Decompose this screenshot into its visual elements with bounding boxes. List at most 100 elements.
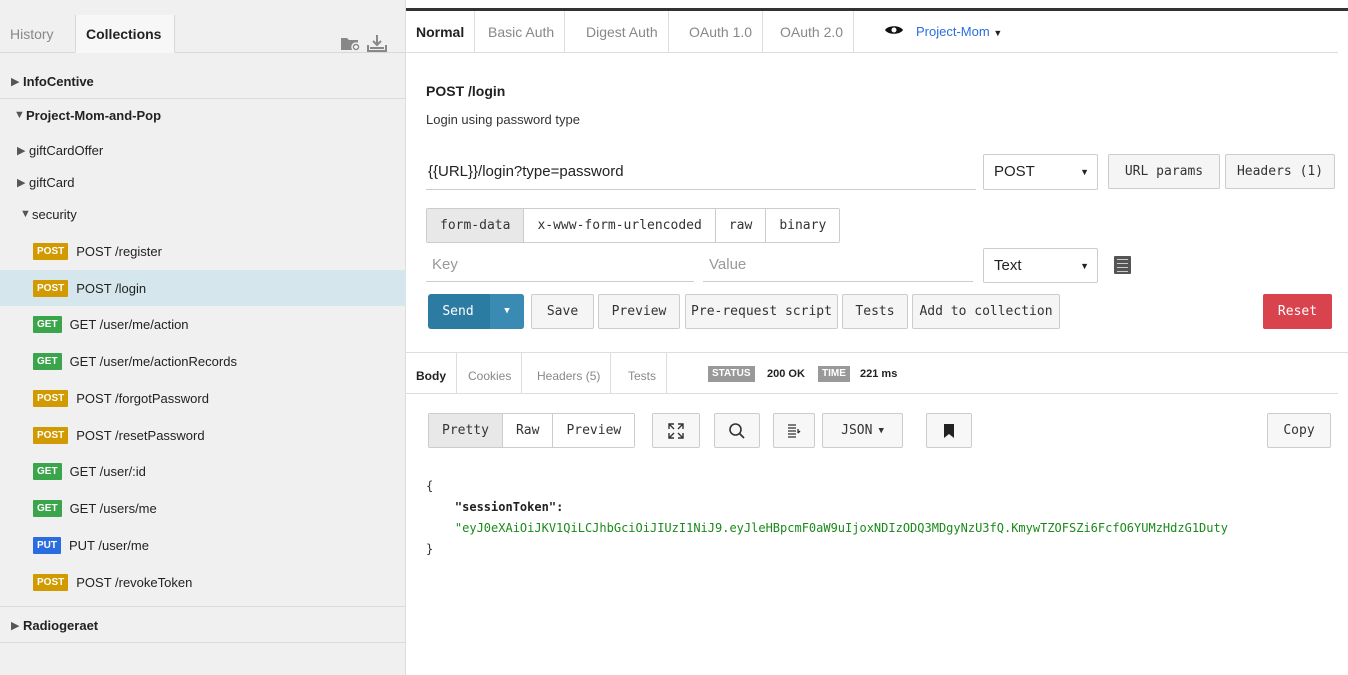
copy-button[interactable]: Copy	[1267, 413, 1331, 448]
request-label: GET /user/me/action	[69, 316, 189, 332]
method-value: POST	[994, 163, 1035, 180]
request-item[interactable]: GET GET /users/me	[0, 490, 406, 526]
request-label: POST /forgotPassword	[76, 390, 209, 406]
reset-button[interactable]: Reset	[1263, 294, 1332, 329]
method-badge: GET	[33, 462, 62, 480]
tab-body[interactable]: Body	[406, 353, 457, 394]
caret-right-icon: ▶	[17, 144, 26, 157]
tab-binary[interactable]: binary	[766, 209, 840, 242]
sidebar-tabs: History Collections	[0, 15, 406, 53]
collection-infocentive[interactable]: ▶ InfoCentive	[0, 68, 406, 94]
headers-button[interactable]: Headers (1)	[1225, 154, 1335, 189]
json-open-brace: {	[426, 479, 434, 493]
send-label: Send	[442, 304, 474, 319]
main-panel: Normal Basic Auth Digest Auth OAuth 1.0 …	[406, 0, 1348, 675]
request-label: POST /register	[76, 243, 162, 259]
tab-urlencoded[interactable]: x-www-form-urlencoded	[524, 209, 716, 242]
json-colon: :	[556, 500, 564, 514]
divider	[0, 642, 406, 643]
format-select[interactable]: JSON ▼	[822, 413, 903, 448]
chevron-down-icon[interactable]: ▼	[490, 294, 524, 329]
caret-down-icon: ▼	[20, 208, 31, 220]
method-badge: PUT	[33, 536, 61, 554]
request-description: Login using password type	[426, 112, 580, 127]
request-label: GET /user/me/actionRecords	[69, 353, 237, 369]
tab-cookies[interactable]: Cookies	[458, 353, 523, 394]
url-params-button[interactable]: URL params	[1108, 154, 1220, 189]
request-title: POST /login	[426, 83, 506, 99]
method-badge: POST	[33, 389, 69, 407]
format-value: JSON	[841, 423, 873, 438]
sidebar: History Collections ▶ InfoCentive ▼ Proj…	[0, 0, 406, 675]
type-select[interactable]: Text ▼	[983, 248, 1098, 283]
collection-radiogeraet[interactable]: ▶ Radiogeraet	[0, 612, 406, 638]
request-label: GET /users/me	[69, 500, 157, 516]
bulk-edit-icon[interactable]	[1114, 256, 1131, 274]
method-badge: POST	[33, 573, 69, 591]
request-label: PUT /user/me	[69, 537, 149, 553]
key-input[interactable]: Key	[426, 250, 694, 282]
time-label: TIME	[818, 366, 850, 382]
bookmark-icon[interactable]	[926, 413, 972, 448]
add-to-collection-button[interactable]: Add to collection	[912, 294, 1060, 329]
tab-oauth2[interactable]: OAuth 2.0	[770, 11, 855, 53]
method-select[interactable]: POST ▼	[983, 154, 1098, 190]
expand-icon[interactable]	[652, 413, 700, 448]
tab-digest-auth[interactable]: Digest Auth	[576, 11, 669, 53]
request-item[interactable]: GET GET /user/:id	[0, 453, 406, 489]
search-icon[interactable]	[714, 413, 760, 448]
time-value: 221 ms	[860, 368, 898, 380]
wrap-lines-icon[interactable]	[773, 413, 815, 448]
method-badge: POST	[33, 242, 69, 260]
chevron-down-icon: ▼	[1080, 261, 1089, 271]
folder-giftcardoffer[interactable]: ▶ giftCardOffer	[0, 137, 406, 163]
tab-tests[interactable]: Tests	[618, 353, 668, 394]
request-item[interactable]: GET GET /user/me/actionRecords	[0, 343, 406, 379]
divider	[0, 606, 406, 607]
environment-selector[interactable]: Project-Mom ▼	[884, 11, 1002, 53]
request-label: POST /revokeToken	[76, 574, 193, 590]
preview-button[interactable]: Preview	[598, 294, 680, 329]
request-item[interactable]: PUT PUT /user/me	[0, 527, 406, 563]
tab-form-data[interactable]: form-data	[427, 209, 525, 242]
caret-right-icon: ▶	[17, 176, 26, 189]
folder-label: giftCardOffer	[29, 142, 104, 158]
caret-down-icon: ▼	[14, 109, 25, 121]
raw-button[interactable]: Raw	[502, 414, 554, 447]
folder-security[interactable]: ▼ security	[0, 201, 406, 227]
request-item[interactable]: POST POST /revokeToken	[0, 564, 406, 600]
tests-button[interactable]: Tests	[842, 294, 908, 329]
preview-view-button[interactable]: Preview	[553, 414, 635, 447]
pretty-button[interactable]: Pretty	[429, 414, 503, 447]
import-icon[interactable]	[366, 33, 388, 53]
request-item[interactable]: GET GET /user/me/action	[0, 306, 406, 342]
body-type-tabs: form-data x-www-form-urlencoded raw bina…	[426, 208, 841, 243]
tab-basic-auth[interactable]: Basic Auth	[478, 11, 566, 53]
method-badge: POST	[33, 279, 69, 297]
save-button[interactable]: Save	[531, 294, 594, 329]
tab-normal[interactable]: Normal	[406, 11, 476, 53]
sidebar-actions	[340, 33, 388, 53]
tab-oauth1[interactable]: OAuth 1.0	[679, 11, 764, 53]
request-item[interactable]: POST POST /forgotPassword	[0, 380, 406, 416]
send-button[interactable]: Send ▼	[428, 294, 524, 329]
folder-plus-icon[interactable]	[340, 33, 362, 53]
pre-request-script-button[interactable]: Pre-request script	[685, 294, 838, 329]
value-input[interactable]: Value	[703, 250, 973, 282]
method-badge: GET	[33, 352, 62, 370]
request-item[interactable]: POST POST /login	[0, 270, 406, 306]
folder-giftcard[interactable]: ▶ giftCard	[0, 169, 406, 195]
tab-raw[interactable]: raw	[715, 209, 767, 242]
request-item[interactable]: POST POST /register	[0, 233, 406, 269]
tab-headers[interactable]: Headers (5)	[527, 353, 612, 394]
collection-project-mom-and-pop[interactable]: ▼ Project-Mom-and-Pop	[0, 102, 406, 128]
url-input[interactable]	[426, 154, 976, 190]
json-value: "eyJ0eXAiOiJKV1QiLCJhbGciOiJIUzI1NiJ9.ey…	[454, 521, 1228, 535]
tab-collections[interactable]: Collections	[75, 15, 175, 53]
tab-history[interactable]: History	[0, 15, 64, 53]
method-badge: GET	[33, 499, 62, 517]
request-item[interactable]: POST POST /resetPassword	[0, 417, 406, 453]
eye-icon	[884, 11, 904, 53]
chevron-down-icon: ▼	[878, 425, 884, 436]
json-close-brace: }	[426, 542, 434, 556]
